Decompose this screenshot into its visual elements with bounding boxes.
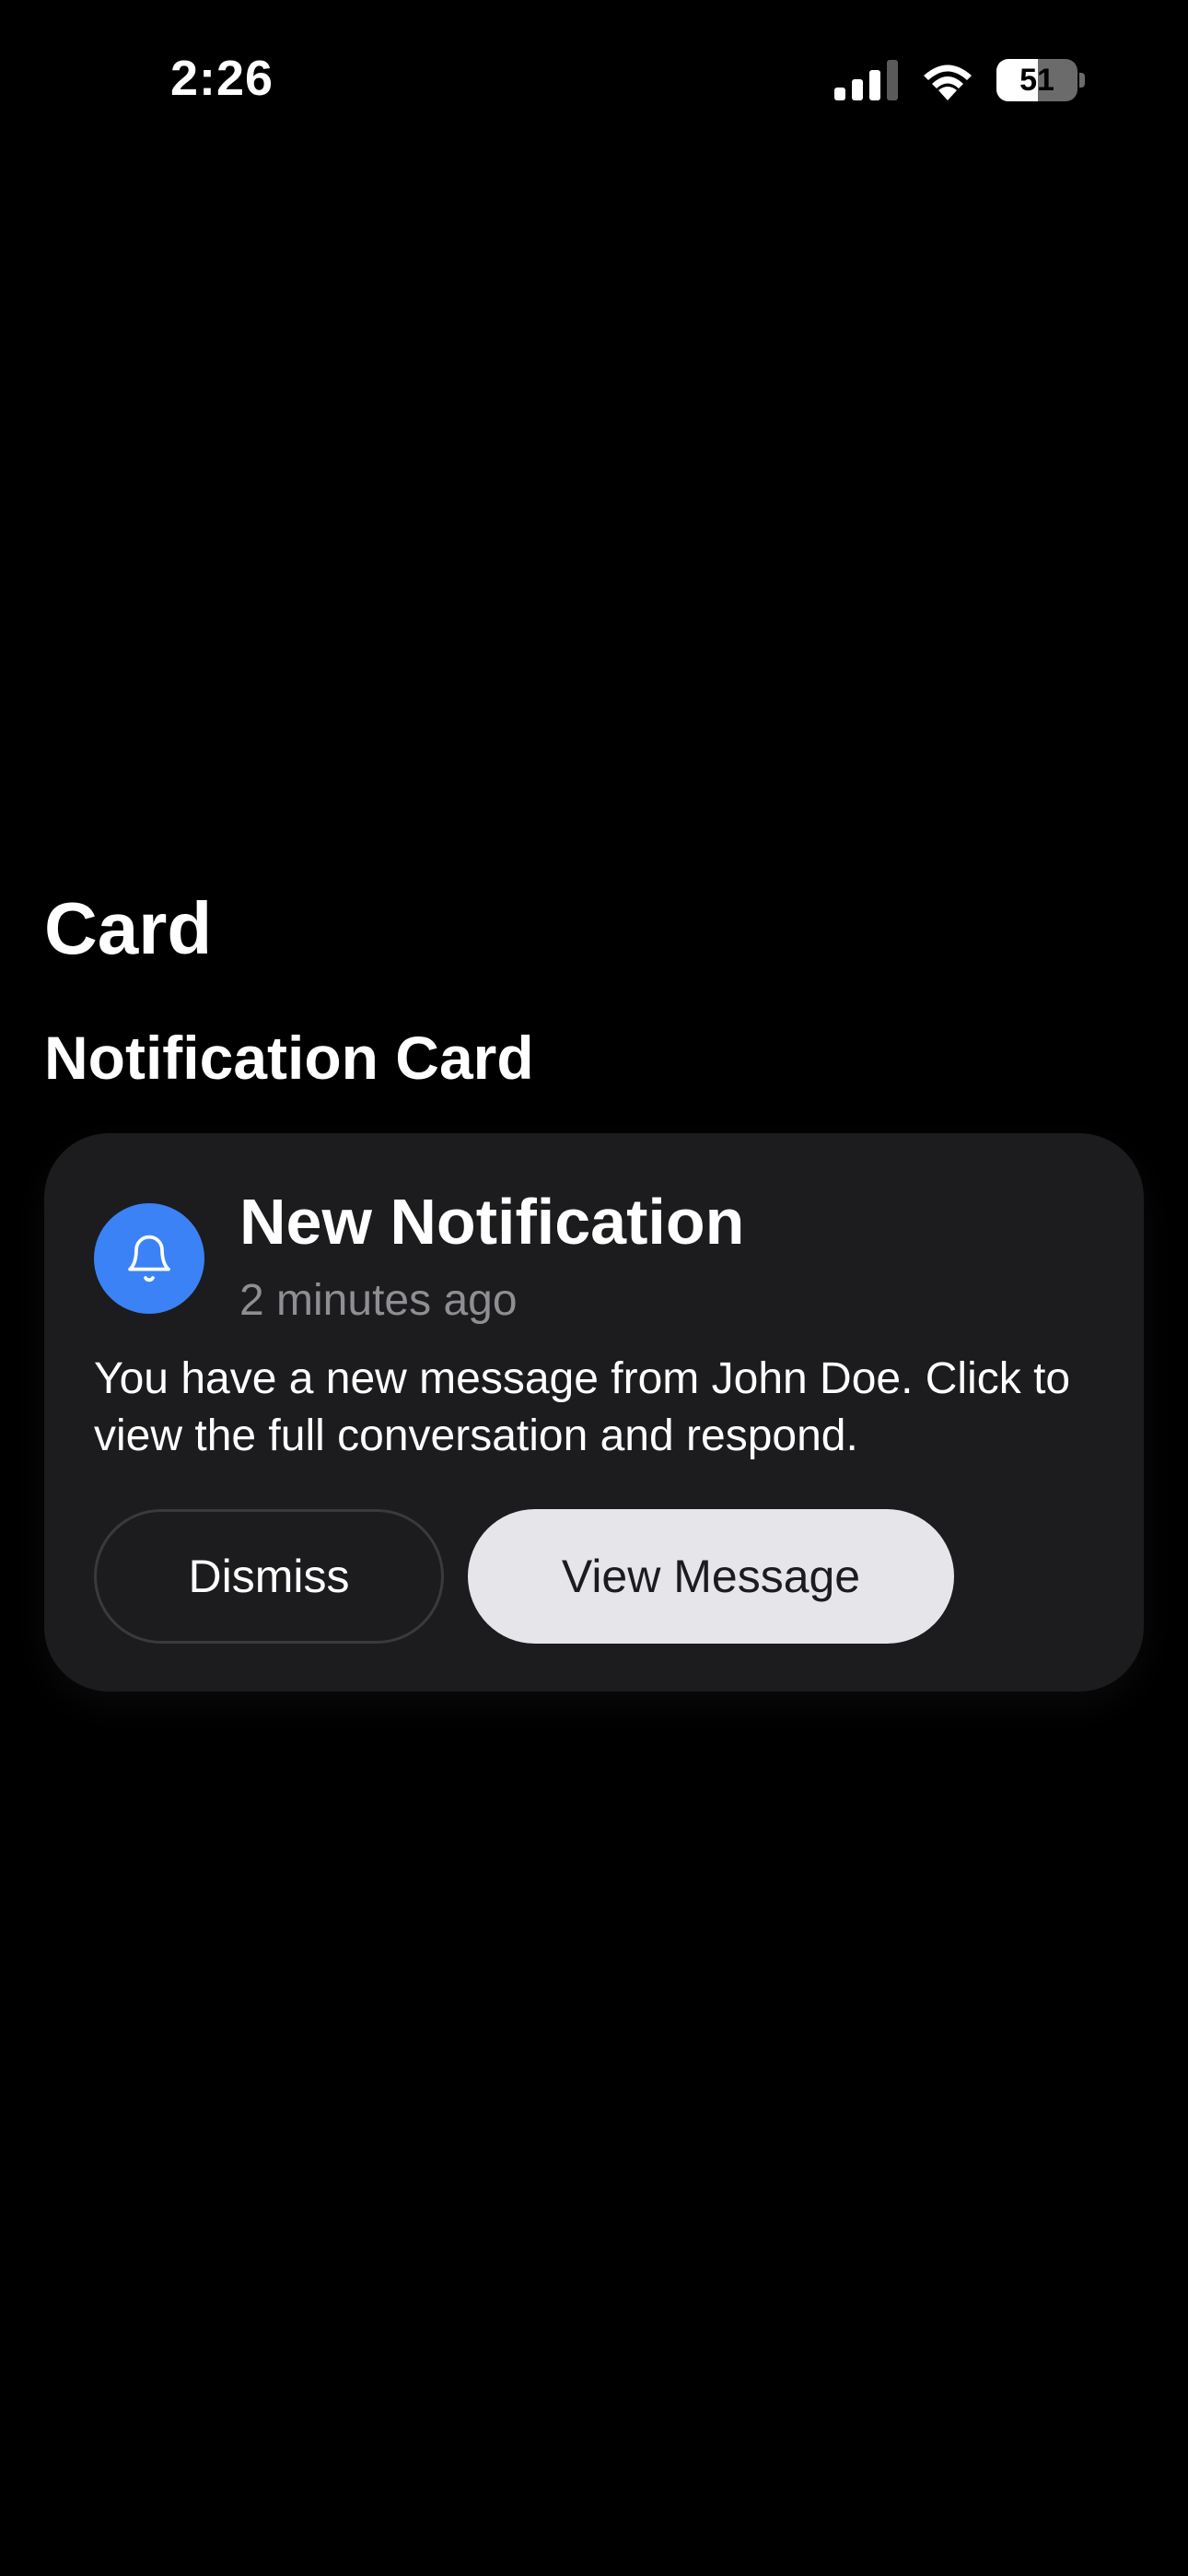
status-icons: 51 (834, 57, 1085, 103)
notification-timestamp: 2 minutes ago (239, 1276, 518, 1325)
bell-icon (128, 1235, 170, 1282)
notification-icon-badge (94, 1203, 204, 1314)
notification-title: New Notification (239, 1186, 745, 1258)
notification-card: New Notification 2 minutes ago You have … (44, 1133, 1144, 1692)
battery-percentage: 51 (1019, 63, 1054, 98)
status-bar: 2:26 51 (0, 0, 1188, 157)
status-time: 2:26 (170, 51, 274, 106)
page-title: Card (44, 887, 213, 969)
screen: 2:26 51 Card Notification Card New Notif… (0, 0, 1188, 2576)
view-message-button[interactable]: View Message (468, 1509, 954, 1644)
battery-icon: 51 (996, 59, 1085, 101)
section-title: Notification Card (44, 1024, 534, 1092)
notification-body: You have a new message from John Doe. Cl… (94, 1354, 1071, 1460)
cellular-signal-icon (834, 60, 898, 100)
dismiss-button[interactable]: Dismiss (94, 1509, 444, 1644)
wifi-icon (924, 64, 972, 100)
